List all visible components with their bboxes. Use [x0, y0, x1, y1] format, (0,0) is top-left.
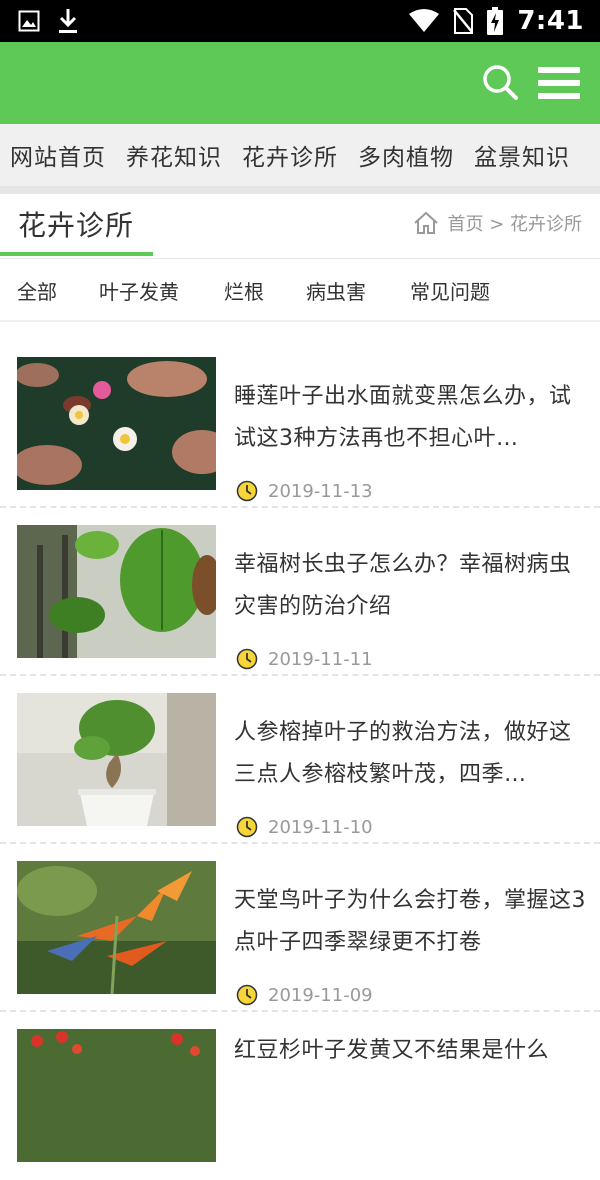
status-time: 7:41	[517, 6, 584, 36]
tab-faq[interactable]: 常见问题	[410, 276, 490, 305]
clock-icon	[236, 984, 258, 1006]
article-title[interactable]: 幸福树长虫子怎么办？幸福树病虫灾害的防治介绍	[234, 544, 586, 628]
wifi-icon	[409, 9, 440, 32]
list-item[interactable]: 人参榕掉叶子的救治方法，做好这三点人参榕枝繁叶茂，四季… 2019-11-10	[0, 676, 600, 844]
clock-icon	[236, 648, 258, 670]
list-item[interactable]: 睡莲叶子出水面就变黑怎么办，试试这3种方法再也不担心叶… 2019-11-13	[0, 340, 600, 508]
article-date: 2019-11-09	[268, 984, 373, 1006]
article-thumbnail[interactable]	[17, 525, 216, 658]
download-icon	[59, 9, 77, 33]
article-title[interactable]: 睡莲叶子出水面就变黑怎么办，试试这3种方法再也不担心叶…	[234, 376, 586, 460]
app-bar	[0, 42, 600, 124]
tab-yellow-leaves[interactable]: 叶子发黄	[99, 276, 179, 305]
home-icon	[414, 211, 439, 234]
tab-root-rot[interactable]: 烂根	[224, 276, 264, 305]
clock-icon	[236, 480, 258, 502]
article-thumbnail[interactable]	[17, 861, 216, 994]
divider	[0, 186, 600, 194]
nav-item-clinic[interactable]: 花卉诊所	[232, 138, 348, 172]
nav-item-bonsai[interactable]: 盆景知识	[464, 138, 580, 172]
list-item[interactable]: 红豆杉叶子发黄又不结果是什么	[0, 1012, 600, 1180]
article-date: 2019-11-10	[268, 816, 373, 838]
article-date-row: 2019-11-13	[236, 480, 373, 502]
article-thumbnail[interactable]	[17, 1029, 216, 1162]
image-icon	[18, 10, 40, 32]
search-icon[interactable]	[482, 64, 518, 100]
nav-item-succulents[interactable]: 多肉植物	[348, 138, 464, 172]
breadcrumb[interactable]: 首页 > 花卉诊所	[413, 210, 582, 236]
status-bar: 7:41	[0, 0, 600, 42]
menu-icon[interactable]	[538, 66, 580, 102]
section-title: 花卉诊所	[18, 209, 135, 242]
article-thumbnail[interactable]	[17, 693, 216, 826]
article-title[interactable]: 红豆杉叶子发黄又不结果是什么	[234, 1030, 586, 1072]
article-title[interactable]: 天堂鸟叶子为什么会打卷，掌握这3点叶子四季翠绿更不打卷	[234, 880, 586, 964]
tab-pests[interactable]: 病虫害	[306, 276, 366, 305]
list-item[interactable]: 幸福树长虫子怎么办？幸福树病虫灾害的防治介绍 2019-11-11	[0, 508, 600, 676]
breadcrumb-text[interactable]: 首页 > 花卉诊所	[447, 210, 582, 236]
article-date-row: 2019-11-10	[236, 816, 373, 838]
article-title[interactable]: 人参榕掉叶子的救治方法，做好这三点人参榕枝繁叶茂，四季…	[234, 712, 586, 796]
no-sim-icon	[453, 8, 474, 34]
tab-all[interactable]: 全部	[17, 276, 57, 305]
list-item[interactable]: 天堂鸟叶子为什么会打卷，掌握这3点叶子四季翠绿更不打卷 2019-11-09	[0, 844, 600, 1012]
battery-charging-icon	[487, 7, 504, 35]
nav-item-care[interactable]: 养花知识	[116, 138, 232, 172]
section-header: 花卉诊所 首页 > 花卉诊所	[0, 194, 600, 259]
top-nav: 网站首页 养花知识 花卉诊所 多肉植物 盆景知识	[0, 124, 600, 186]
clock-icon	[236, 816, 258, 838]
article-date: 2019-11-11	[268, 648, 373, 670]
article-thumbnail[interactable]	[17, 357, 216, 490]
filter-tabs: 全部 叶子发黄 烂根 病虫害 常见问题	[0, 262, 600, 322]
article-date-row: 2019-11-09	[236, 984, 373, 1006]
article-date: 2019-11-13	[268, 480, 373, 502]
section-title-underline	[0, 252, 153, 256]
nav-item-home[interactable]: 网站首页	[0, 138, 116, 172]
article-date-row: 2019-11-11	[236, 648, 373, 670]
